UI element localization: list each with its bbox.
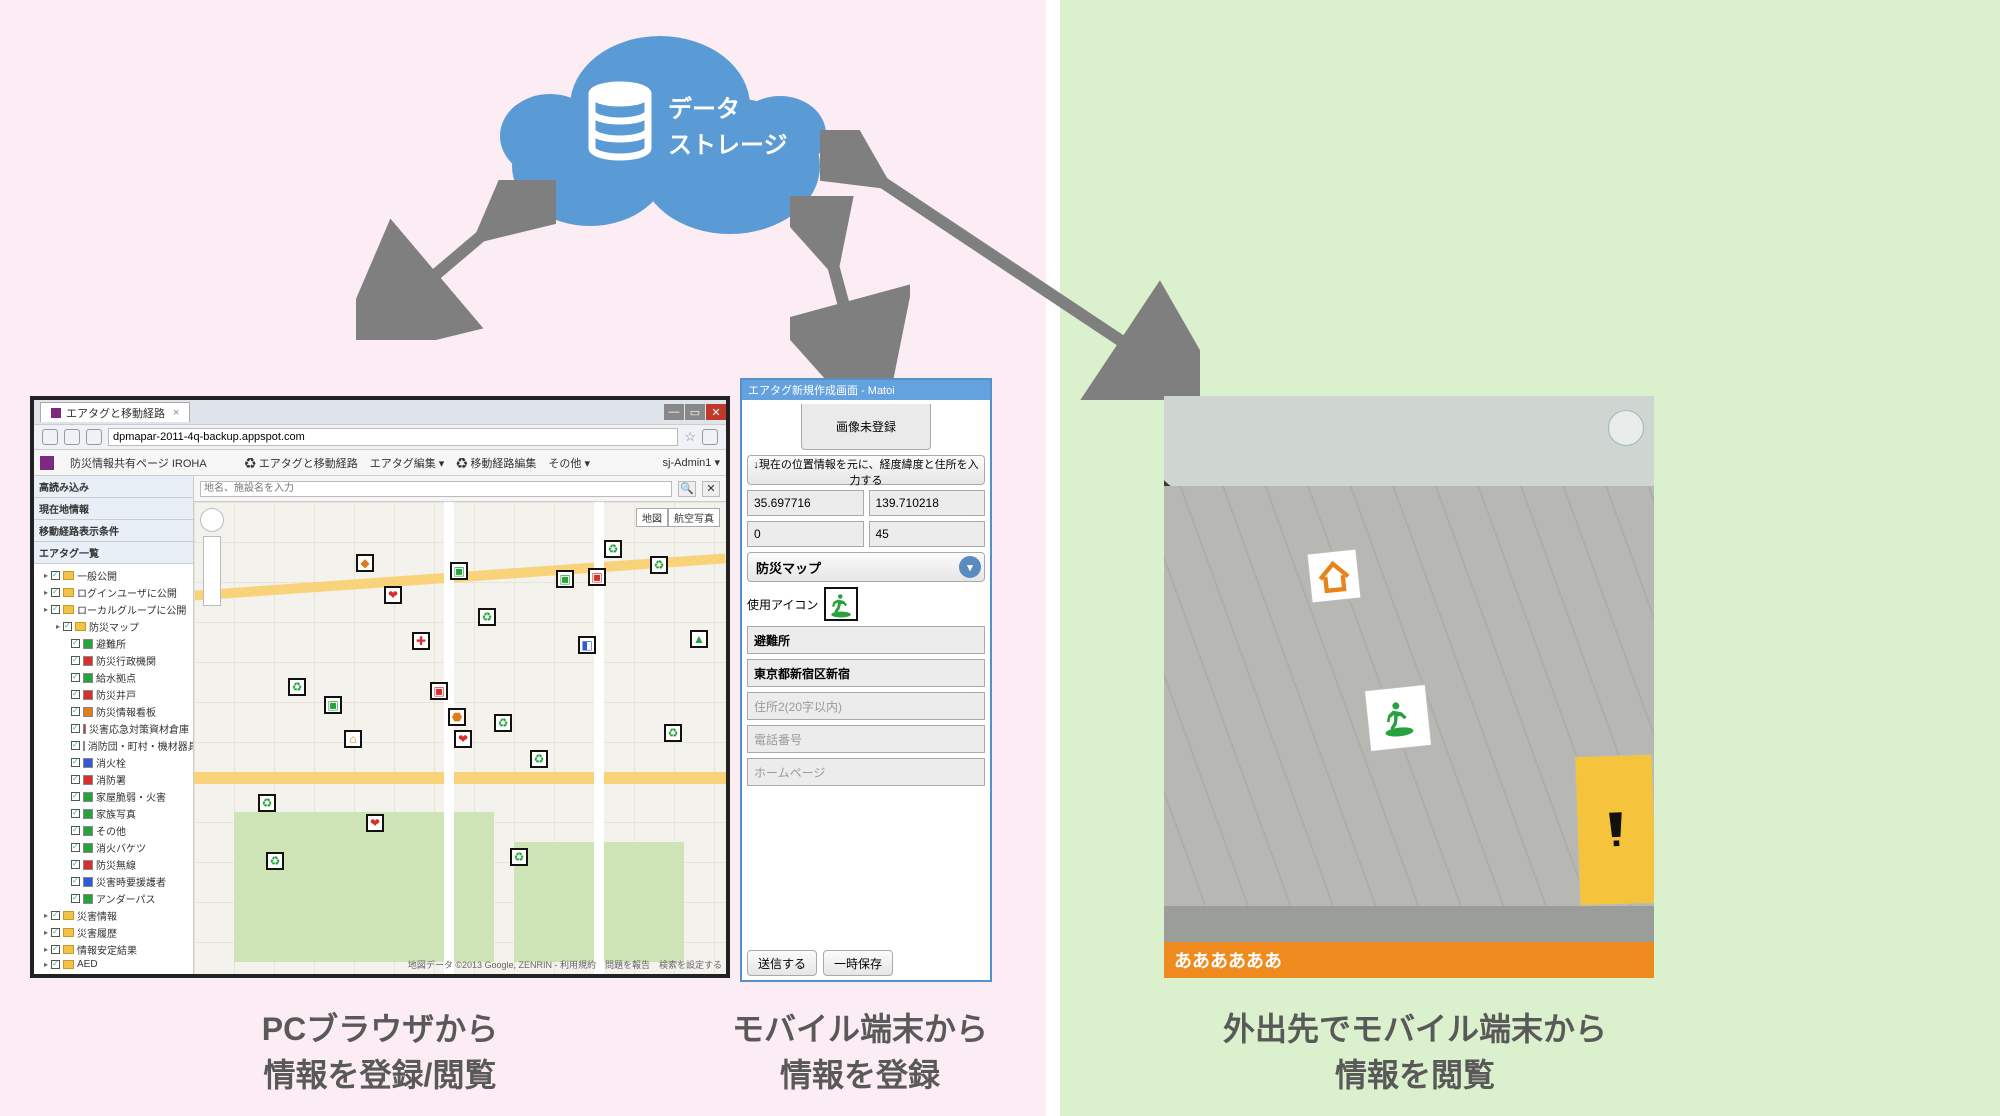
- tree-item[interactable]: ▸一般公開: [44, 567, 189, 584]
- browser-tab[interactable]: エアタグと移動経路×: [40, 402, 190, 422]
- side-sec-3[interactable]: 移動経路表示条件: [34, 520, 193, 542]
- addr2-field[interactable]: 住所2(20字以内): [747, 692, 985, 720]
- ar-marker-home[interactable]: [1308, 550, 1361, 603]
- tree-item[interactable]: 防災井戸: [44, 686, 189, 703]
- pc-browser-window: エアタグと移動経路× —▭✕ ☆ 防災情報共有ページ IROHA ♻ エアタグと…: [30, 396, 730, 978]
- back-icon[interactable]: [42, 429, 58, 445]
- app-logo: [40, 456, 54, 470]
- name-field[interactable]: 避難所: [747, 626, 985, 654]
- reload-icon[interactable]: [86, 429, 102, 445]
- map-search-bar: 🔍 ✕: [194, 476, 726, 502]
- alt-field[interactable]: 0: [747, 521, 864, 547]
- tree-item[interactable]: ▸災害情報: [44, 907, 189, 924]
- tree-item[interactable]: 消火栓: [44, 754, 189, 771]
- tree-item[interactable]: 消防署: [44, 771, 189, 788]
- ar-caption-bar: ああああああ: [1164, 942, 1654, 978]
- map-canvas[interactable]: 地図航空写真 ♻ ♻ ▣ ❤ ✚ ◆ ▣ ▣ ❤ ⬣ ♻ ♻ ◧ ▣ ▣ ♻ ♻…: [194, 502, 726, 974]
- side-sec-4[interactable]: エアタグ一覧: [34, 542, 193, 564]
- menu-1[interactable]: ♻ エアタグと移動経路: [245, 455, 358, 471]
- addr1-field[interactable]: 東京都新宿区新宿: [747, 659, 985, 687]
- mobile-caption: モバイル端末から情報を登録: [720, 1006, 1000, 1099]
- tree-item[interactable]: 消防団・町村・機材器具倉: [44, 737, 189, 754]
- tree-item[interactable]: 災害時要援護者: [44, 873, 189, 890]
- selected-icon[interactable]: [824, 587, 858, 621]
- forward-icon[interactable]: [64, 429, 80, 445]
- dir-field[interactable]: 45: [869, 521, 986, 547]
- lat-field[interactable]: 35.697716: [747, 490, 864, 516]
- tree-item[interactable]: ▸災害履歴: [44, 924, 189, 941]
- clear-icon[interactable]: ✕: [702, 481, 720, 497]
- app-menubar: 防災情報共有ページ IROHA ♻ エアタグと移動経路 エアタグ編集 ▾ ♻ 移…: [34, 450, 726, 476]
- homepage-field[interactable]: ホームページ: [747, 758, 985, 786]
- layer-select[interactable]: 防災マップ▾: [747, 552, 985, 582]
- tree-item[interactable]: 防災情報看板: [44, 703, 189, 720]
- tree-item[interactable]: ▸AED: [44, 958, 189, 971]
- tree-item[interactable]: 災害応急対策資材倉庫: [44, 720, 189, 737]
- phone-field[interactable]: 電話番号: [747, 725, 985, 753]
- cloud-label-1: データ: [668, 96, 740, 123]
- tree-item[interactable]: 防災行政機関: [44, 652, 189, 669]
- tree-item[interactable]: ▸ローカルグループに公開: [44, 601, 189, 618]
- url-input[interactable]: [108, 428, 678, 446]
- map-type-switch[interactable]: 地図航空写真: [636, 508, 720, 527]
- menu-4[interactable]: その他 ▾: [548, 455, 590, 471]
- tree-item[interactable]: 家屋脆弱・火害: [44, 788, 189, 805]
- ar-compass-button[interactable]: [1608, 410, 1644, 446]
- window-buttons[interactable]: —▭✕: [663, 404, 726, 420]
- map-attribution: 地図データ ©2013 Google, ZENRIN - 利用規約 問題を報告 …: [408, 958, 722, 971]
- menu-icon[interactable]: [702, 429, 718, 445]
- ar-caption: 外出先でモバイル端末から情報を閲覧: [1055, 1006, 1775, 1099]
- ar-marker-run[interactable]: [1365, 685, 1431, 751]
- lon-field[interactable]: 139.710218: [869, 490, 986, 516]
- map-search-input[interactable]: [200, 481, 672, 497]
- tree-item[interactable]: 防災無線: [44, 856, 189, 873]
- tree-item[interactable]: 家族写真: [44, 805, 189, 822]
- tree-item[interactable]: ▸情報安定結果: [44, 941, 189, 958]
- bookmark-icon[interactable]: ☆: [684, 429, 696, 445]
- tree-item[interactable]: 避難所: [44, 635, 189, 652]
- tree-item[interactable]: ▸ログインユーザに公開: [44, 584, 189, 601]
- chevron-down-icon: ▾: [959, 556, 981, 578]
- tree-item[interactable]: その他: [44, 822, 189, 839]
- ar-marker-alert[interactable]: [1575, 755, 1654, 906]
- sidebar: 高読み込み 現在地情報 移動経路表示条件 エアタグ一覧 ▸一般公開▸ログインユー…: [34, 476, 194, 974]
- browser-tabbar: エアタグと移動経路× —▭✕: [34, 400, 726, 424]
- ar-view: ああああああ: [1164, 396, 1654, 978]
- browser-urlbar: ☆: [34, 424, 726, 450]
- side-sec-1[interactable]: 高読み込み: [34, 476, 193, 498]
- mobile-form-window: エアタグ新規作成画面 - Matoi 画像未登録 ↓現在の位置情報を元に、経度緯…: [740, 378, 992, 982]
- tree-item[interactable]: 消火バケツ: [44, 839, 189, 856]
- cloud-label-2: ストレージ: [668, 132, 788, 159]
- map-controls[interactable]: [200, 508, 224, 606]
- tree-item[interactable]: 給水拠点: [44, 669, 189, 686]
- arrow-cloud-to-pc: [356, 180, 556, 340]
- tree-item[interactable]: ▸防災マップ: [44, 618, 189, 635]
- menu-3[interactable]: ♻ 移動経路編集: [456, 455, 536, 471]
- search-icon[interactable]: 🔍: [678, 481, 696, 497]
- send-button[interactable]: 送信する: [747, 950, 817, 976]
- mobile-titlebar: エアタグ新規作成画面 - Matoi: [742, 380, 990, 400]
- save-draft-button[interactable]: 一時保存: [823, 950, 893, 976]
- arrow-cloud-to-ar: [820, 130, 1200, 400]
- user-menu[interactable]: sj-Admin1 ▾: [663, 456, 720, 469]
- side-sec-2[interactable]: 現在地情報: [34, 498, 193, 520]
- icon-label: 使用アイコン: [747, 596, 818, 613]
- tree-item[interactable]: ▸非公開: [44, 971, 189, 974]
- menu-2[interactable]: エアタグ編集 ▾: [370, 455, 445, 471]
- app-title: 防災情報共有ページ IROHA: [70, 455, 207, 471]
- tree-item[interactable]: アンダーパス: [44, 890, 189, 907]
- image-placeholder[interactable]: 画像未登録: [801, 404, 931, 450]
- fill-from-location-button[interactable]: ↓現在の位置情報を元に、経度緯度と住所を入力する: [747, 455, 985, 485]
- pc-caption: PCブラウザから情報を登録/閲覧: [30, 1006, 730, 1099]
